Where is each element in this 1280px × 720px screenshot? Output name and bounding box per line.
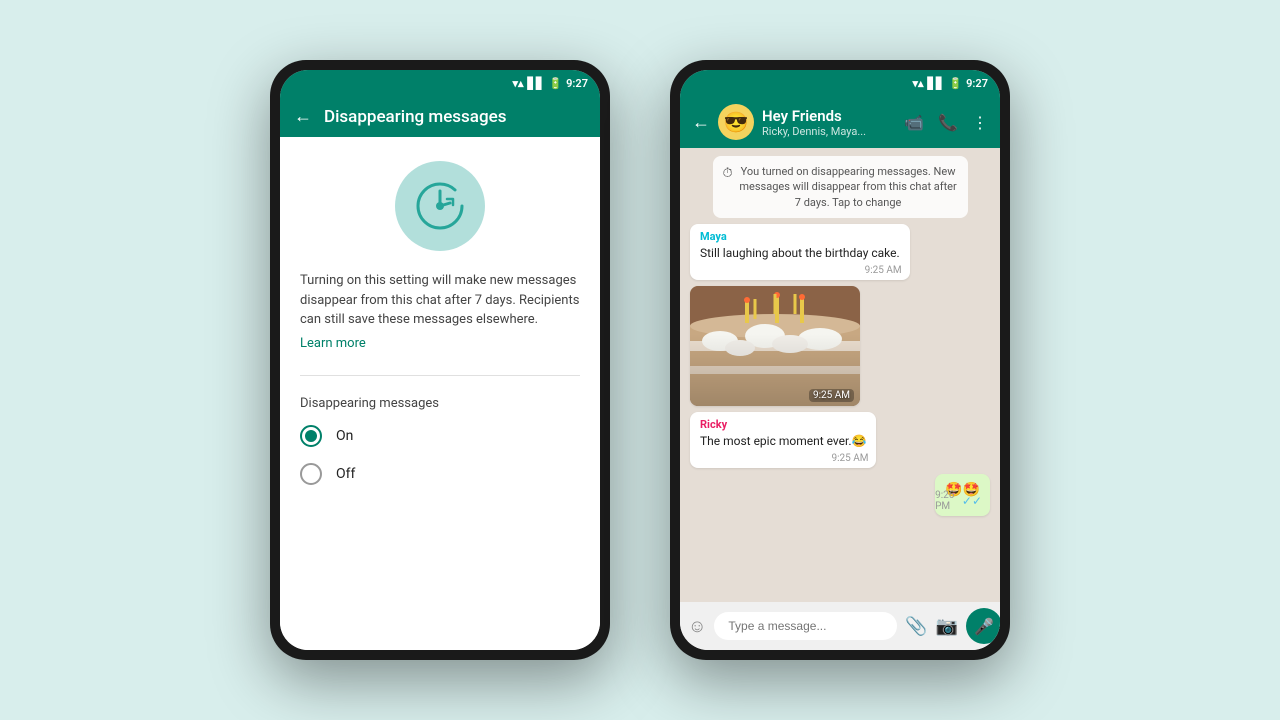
sender-maya: Maya — [700, 230, 900, 243]
chat-body: ⏱ You turned on disappearing messages. N… — [680, 148, 1000, 602]
group-name: Hey Friends — [762, 107, 896, 125]
message-time-0: 9:25 AM — [865, 265, 902, 276]
video-call-icon[interactable]: 📹 — [904, 113, 924, 132]
radio-label-on: On — [336, 428, 353, 444]
system-message[interactable]: ⏱ You turned on disappearing messages. N… — [713, 156, 968, 218]
phone-1-screen: ▾▴ ▋▋ 🔋 9:27 ← Disappearing messages — [280, 70, 600, 650]
time-2: 9:27 — [966, 77, 988, 90]
camera-icon[interactable]: 📷 — [936, 616, 958, 637]
status-bar-1: ▾▴ ▋▋ 🔋 9:27 — [280, 70, 600, 96]
group-members: Ricky, Dennis, Maya... — [762, 125, 896, 138]
emoji-icon[interactable]: ☺ — [688, 616, 706, 637]
phone-2-screen: ▾▴ ▋▋ 🔋 9:27 ← 😎 Hey Friends Ricky, Denn… — [680, 70, 1000, 650]
cake-image-visual — [690, 286, 860, 406]
phone-1: ▾▴ ▋▋ 🔋 9:27 ← Disappearing messages — [270, 60, 610, 660]
back-button-2[interactable]: ← — [692, 112, 710, 133]
timer-icon — [415, 181, 465, 231]
signal-icon: ▋▋ — [528, 77, 545, 90]
system-message-text: You turned on disappearing messages. New… — [739, 164, 958, 210]
section-label: Disappearing messages — [300, 396, 439, 411]
message-cake-image: 9:25 AM — [690, 286, 860, 406]
message-text-2: The most epic moment ever.😂 — [700, 433, 866, 450]
sender-ricky: Ricky — [700, 418, 866, 431]
radio-on[interactable] — [300, 425, 322, 447]
status-bar-2: ▾▴ ▋▋ 🔋 9:27 — [680, 70, 1000, 96]
voice-call-icon[interactable]: 📞 — [938, 113, 958, 132]
scene: ▾▴ ▋▋ 🔋 9:27 ← Disappearing messages — [270, 60, 1010, 660]
chat-header-info: Hey Friends Ricky, Dennis, Maya... — [762, 107, 896, 138]
chat-input-bar: ☺ 📎 📷 🎤 — [680, 602, 1000, 650]
message-time-image: 9:25 AM — [809, 389, 854, 402]
wifi-icon: ▾▴ — [512, 77, 523, 90]
phone-2: ▾▴ ▋▋ 🔋 9:27 ← 😎 Hey Friends Ricky, Denn… — [670, 60, 1010, 660]
page-title-1: Disappearing messages — [324, 107, 506, 127]
more-options-icon[interactable]: ⋮ — [972, 113, 988, 132]
app-header-1: ← Disappearing messages — [280, 96, 600, 137]
cake-svg — [690, 286, 860, 406]
signal-icon-2: ▋▋ — [928, 77, 945, 90]
time-1: 9:27 — [566, 77, 588, 90]
radio-option-on[interactable]: On — [300, 425, 580, 447]
read-receipt-icon: ✓✓ — [962, 494, 982, 508]
timer-system-icon: ⏱ — [723, 165, 733, 183]
wifi-icon-2: ▾▴ — [912, 77, 923, 90]
divider-1 — [300, 375, 580, 376]
message-input[interactable] — [714, 612, 897, 640]
message-outgoing: 🤩🤩 9:26 PM ✓✓ — [935, 474, 990, 516]
group-emoji: 😎 — [724, 110, 749, 134]
chat-header-icons: 📹 📞 ⋮ — [904, 113, 988, 132]
settings-content: Turning on this setting will make new me… — [280, 137, 600, 650]
group-avatar: 😎 — [718, 104, 754, 140]
mic-button[interactable]: 🎤 — [966, 608, 1000, 644]
battery-icon-2: 🔋 — [948, 77, 962, 90]
message-time-2: 9:25 AM — [831, 453, 868, 464]
message-ricky: Ricky The most epic moment ever.😂 9:25 A… — [690, 412, 876, 468]
message-maya-text: Maya Still laughing about the birthday c… — [690, 224, 910, 280]
radio-label-off: Off — [336, 466, 355, 482]
disappearing-icon-circle — [395, 161, 485, 251]
radio-off[interactable] — [300, 463, 322, 485]
battery-icon: 🔋 — [548, 77, 562, 90]
description-text: Turning on this setting will make new me… — [300, 271, 580, 330]
learn-more-link[interactable]: Learn more — [300, 336, 366, 351]
back-button-1[interactable]: ← — [294, 106, 312, 127]
mic-icon: 🎤 — [974, 617, 994, 636]
attachment-icon[interactable]: 📎 — [905, 616, 927, 637]
message-time-3: 9:26 PM ✓✓ — [935, 490, 982, 512]
chat-header: ← 😎 Hey Friends Ricky, Dennis, Maya... 📹… — [680, 96, 1000, 148]
radio-option-off[interactable]: Off — [300, 463, 580, 485]
message-text-0: Still laughing about the birthday cake. — [700, 245, 900, 262]
